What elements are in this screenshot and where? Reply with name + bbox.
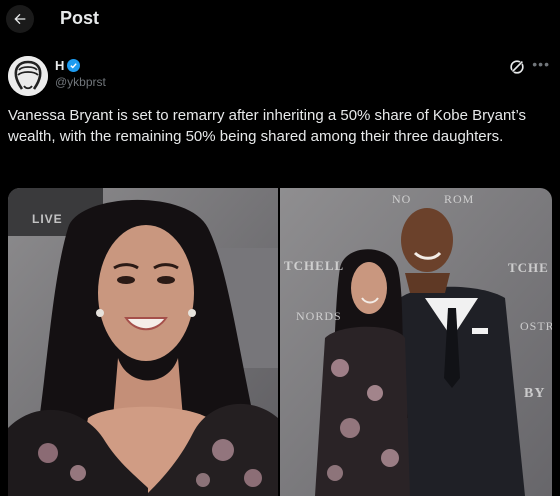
grok-icon[interactable] [508,58,526,76]
author-name[interactable]: H [55,58,81,73]
backdrop-label: NO [392,192,412,206]
more-options-icon[interactable]: ••• [532,56,550,72]
backdrop-label: TCHELL [284,258,345,273]
backdrop-label: NORDS [296,309,342,323]
avatar[interactable] [8,56,48,96]
author-handle[interactable]: @ykbprst [55,75,106,89]
photo-left[interactable]: LIVE [8,188,278,496]
page-title: Post [60,8,100,28]
author-name-text: H [55,58,65,73]
backdrop-label: LIVE [32,212,63,226]
post-text: Vanessa Bryant is set to remarry after i… [8,107,527,145]
top-bar: Post [0,0,560,38]
backdrop-label: OSTR [520,319,552,333]
backdrop-label: TCHE [508,260,549,275]
backdrop-label: BY [524,386,546,401]
verified-badge-icon [67,59,81,72]
post-author: H @ykbprst ••• [8,52,552,98]
arrow-left-icon [14,13,26,25]
photo-right[interactable]: NO ROM TCHELL TCHE NORDS OSTR BY [280,188,552,496]
backdrop-label: ROM [444,192,475,206]
post-media[interactable]: LIVE NO ROM TCHELL TCHE NORDS OSTR BY [8,188,552,496]
back-button[interactable] [6,5,34,33]
